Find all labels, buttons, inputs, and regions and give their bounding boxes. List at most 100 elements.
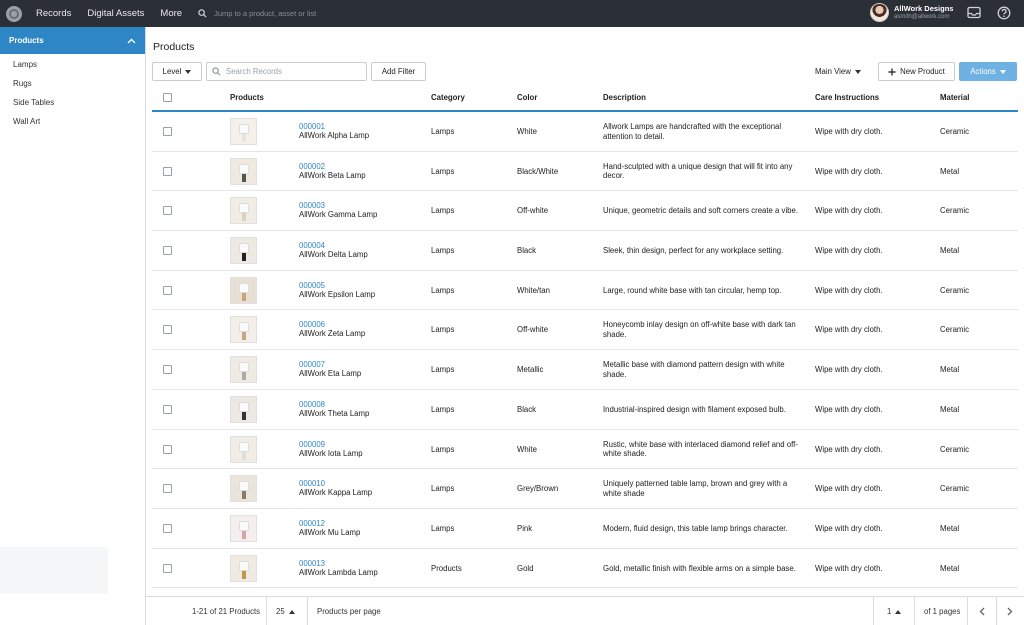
main-view-dropdown[interactable]: Main View bbox=[815, 67, 861, 76]
inbox-icon[interactable] bbox=[967, 6, 981, 21]
product-color: Grey/Brown bbox=[517, 484, 559, 494]
help-icon[interactable] bbox=[997, 6, 1011, 22]
row-checkbox[interactable] bbox=[163, 206, 172, 216]
prev-page-button[interactable] bbox=[979, 597, 985, 625]
product-id-link[interactable]: 000007 bbox=[299, 360, 325, 369]
product-care-instructions: Wipe with dry cloth. bbox=[815, 206, 883, 216]
header-color[interactable]: Color bbox=[517, 93, 537, 102]
header-products[interactable]: Products bbox=[230, 93, 264, 102]
table-row[interactable]: 000006 AllWork Zeta Lamp Lamps Off-white Hon… bbox=[152, 310, 1018, 351]
product-id-link[interactable]: 000006 bbox=[299, 320, 325, 329]
product-thumbnail[interactable] bbox=[230, 475, 257, 503]
product-thumbnail[interactable] bbox=[230, 237, 257, 265]
row-checkbox[interactable] bbox=[163, 325, 172, 335]
row-checkbox[interactable] bbox=[163, 523, 172, 533]
table-row[interactable]: 000012 AllWork Mu Lamp Lamps Pink Modern, fl… bbox=[152, 509, 1018, 549]
add-filter-button[interactable]: Add Filter bbox=[371, 62, 426, 81]
table-row[interactable]: 000003 AllWork Gamma Lamp Lamps Off-white Un… bbox=[152, 191, 1018, 232]
lamp-image bbox=[239, 203, 249, 214]
per-page-select[interactable]: 25 bbox=[276, 597, 295, 625]
row-checkbox[interactable] bbox=[163, 246, 172, 256]
product-thumbnail[interactable] bbox=[230, 118, 257, 145]
product-id-link[interactable]: 000003 bbox=[299, 201, 325, 210]
product-category: Lamps bbox=[431, 127, 455, 136]
app-logo[interactable] bbox=[6, 5, 22, 22]
product-id-link[interactable]: 000012 bbox=[299, 519, 325, 528]
product-name: AllWork Eta Lamp bbox=[299, 369, 362, 379]
product-description: Gold, metallic finish with flexible arms… bbox=[603, 563, 796, 573]
results-range: 1-21 of 21 Products bbox=[192, 607, 261, 616]
divider bbox=[996, 597, 997, 625]
header-material[interactable]: Material bbox=[940, 93, 969, 102]
product-id-link[interactable]: 000005 bbox=[299, 281, 325, 290]
nav-digital-assets[interactable]: Digital Assets bbox=[87, 8, 144, 19]
product-thumbnail[interactable] bbox=[230, 554, 257, 582]
product-id-link[interactable]: 000008 bbox=[299, 400, 325, 409]
row-checkbox[interactable] bbox=[163, 365, 172, 375]
lamp-image bbox=[239, 243, 249, 254]
table-row[interactable]: 000001 AllWork Alpha Lamp Lamps White Allwor… bbox=[152, 112, 1018, 152]
product-id-link[interactable]: 000010 bbox=[299, 479, 325, 488]
row-checkbox[interactable] bbox=[163, 444, 172, 454]
table-row[interactable]: 000004 AllWork Delta Lamp Lamps Black Sleek,… bbox=[152, 231, 1018, 271]
user-menu[interactable]: AllWork Designs asmith@allwork.com bbox=[870, 3, 953, 22]
product-thumbnail[interactable] bbox=[230, 316, 257, 344]
lamp-image bbox=[242, 173, 246, 182]
header-care-instructions[interactable]: Care Instructions bbox=[815, 93, 879, 102]
product-id-link[interactable]: 000013 bbox=[299, 559, 325, 568]
product-id-link[interactable]: 000009 bbox=[299, 440, 325, 449]
table-row[interactable]: 000007 AllWork Eta Lamp Lamps Metallic Metal… bbox=[152, 350, 1018, 390]
header-description[interactable]: Description bbox=[603, 93, 646, 102]
nav-records[interactable]: Records bbox=[36, 8, 71, 19]
product-material: Metal bbox=[940, 166, 960, 176]
nav-more[interactable]: More bbox=[160, 8, 182, 19]
records-search bbox=[206, 62, 367, 81]
table-row[interactable]: 000010 AllWork Kappa Lamp Lamps Grey/Brown U… bbox=[152, 469, 1018, 509]
product-care-instructions: Wipe with dry cloth. bbox=[815, 444, 883, 454]
table-row[interactable]: 000005 AllWork Epsilon Lamp Lamps White/tan… bbox=[152, 271, 1018, 311]
row-checkbox[interactable] bbox=[163, 484, 172, 494]
product-id-link[interactable]: 000002 bbox=[299, 162, 325, 171]
product-thumbnail[interactable] bbox=[230, 435, 257, 463]
table-row[interactable]: 000002 AllWork Beta Lamp Lamps Black/White H… bbox=[152, 152, 1018, 192]
product-material: Metal bbox=[940, 523, 960, 533]
product-care-instructions: Wipe with dry cloth. bbox=[815, 246, 883, 256]
row-checkbox[interactable] bbox=[163, 563, 172, 573]
new-product-button[interactable]: New Product bbox=[878, 62, 955, 81]
sidebar-item-side-tables[interactable]: Side Tables bbox=[0, 93, 145, 112]
global-search-input[interactable] bbox=[214, 9, 435, 18]
header-category[interactable]: Category bbox=[431, 93, 465, 102]
chevron-up-icon[interactable] bbox=[127, 38, 136, 44]
product-id-link[interactable]: 000004 bbox=[299, 241, 325, 250]
sidebar-item-wall-art[interactable]: Wall Art bbox=[0, 112, 145, 131]
product-thumbnail[interactable] bbox=[230, 395, 257, 423]
sidebar-item-rugs[interactable]: Rugs bbox=[0, 74, 145, 93]
next-page-button[interactable] bbox=[1007, 597, 1013, 625]
divider bbox=[266, 597, 267, 625]
product-category: Lamps bbox=[431, 365, 455, 375]
table-row[interactable]: 000013 AllWork Lambda Lamp Products Gold Gol… bbox=[152, 549, 1018, 589]
product-thumbnail[interactable] bbox=[230, 157, 257, 185]
search-records-input[interactable] bbox=[226, 67, 356, 76]
row-checkbox[interactable] bbox=[163, 285, 172, 295]
row-checkbox[interactable] bbox=[163, 127, 172, 136]
actions-button[interactable]: Actions bbox=[959, 62, 1017, 81]
product-thumbnail[interactable] bbox=[230, 276, 257, 304]
lamp-image bbox=[242, 134, 246, 142]
table-row[interactable]: 000009 AllWork Iota Lamp Lamps White Rustic,… bbox=[152, 430, 1018, 470]
sidebar-header-products[interactable]: Products bbox=[0, 27, 145, 54]
select-all-checkbox[interactable] bbox=[163, 93, 172, 102]
row-checkbox[interactable] bbox=[163, 166, 172, 176]
product-thumbnail[interactable] bbox=[230, 514, 257, 542]
product-color: Black bbox=[517, 404, 537, 414]
product-name: AllWork Theta Lamp bbox=[299, 408, 370, 418]
row-checkbox[interactable] bbox=[163, 404, 172, 414]
product-thumbnail[interactable] bbox=[230, 356, 257, 384]
product-id-link[interactable]: 000001 bbox=[299, 122, 325, 131]
table-row[interactable]: 000008 AllWork Theta Lamp Lamps Black Indust… bbox=[152, 390, 1018, 430]
avatar[interactable] bbox=[870, 3, 889, 22]
level-dropdown[interactable]: Level bbox=[152, 62, 202, 81]
page-select[interactable]: 1 bbox=[887, 597, 902, 625]
sidebar-item-lamps[interactable]: Lamps bbox=[0, 55, 145, 74]
product-thumbnail[interactable] bbox=[230, 197, 257, 225]
